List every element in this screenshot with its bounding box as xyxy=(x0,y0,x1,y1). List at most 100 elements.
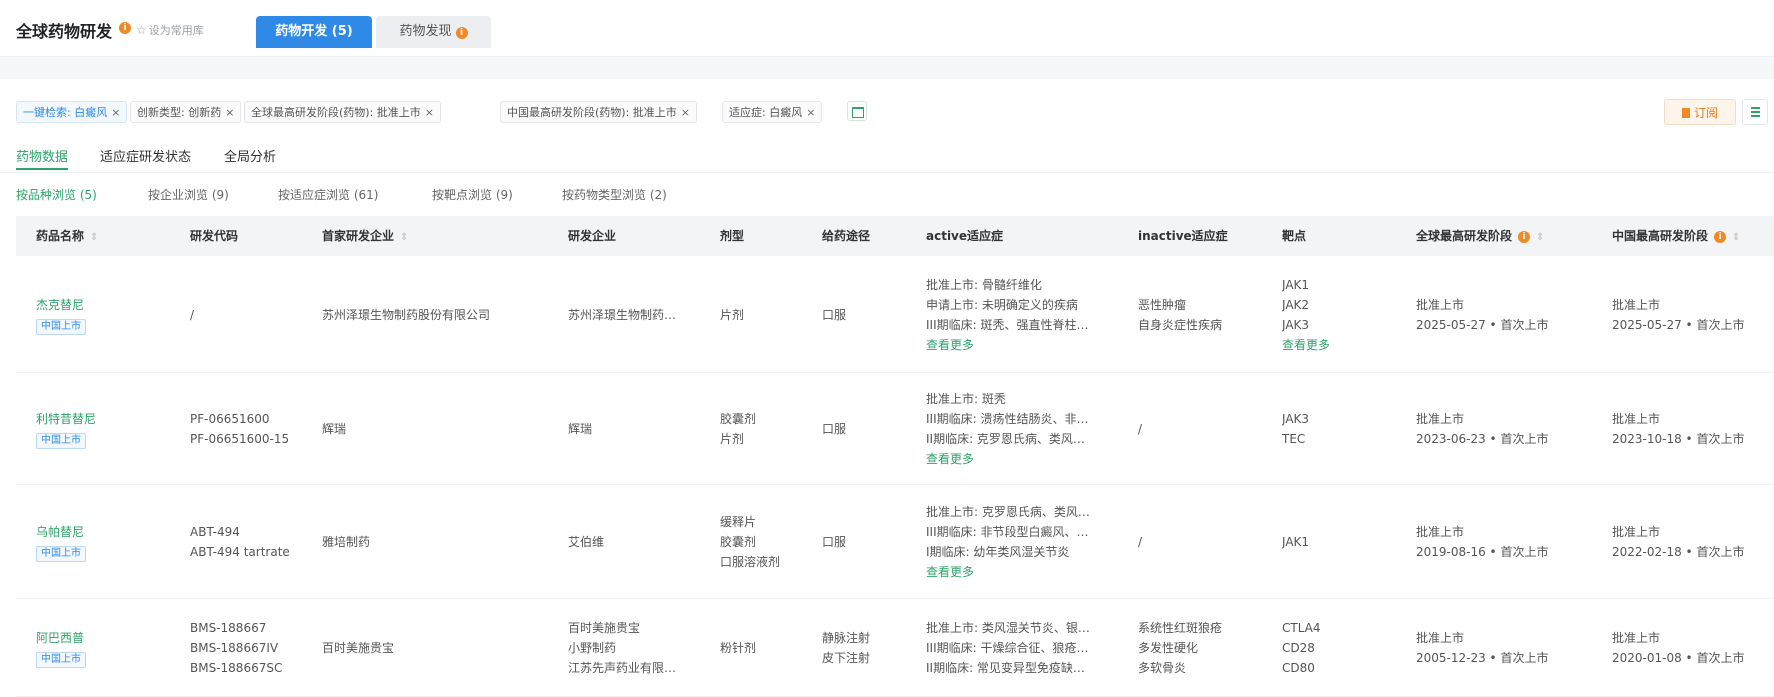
tab-indication-status[interactable]: 适应症研发状态 xyxy=(100,146,191,165)
filter-chip-label: 创新类型: 创新药 xyxy=(137,106,222,119)
cell-line: 恶性肿瘤 xyxy=(1138,298,1187,312)
filter-chip[interactable]: 一键检索: 白癜风 × xyxy=(16,101,128,123)
cell-line: 申请上市: 未明确定义的疾病 xyxy=(926,298,1078,312)
column-header-first-company[interactable]: 首家研发企业 ⇕ xyxy=(322,216,408,256)
info-icon[interactable]: i xyxy=(455,27,468,39)
cell-line: 多软骨炎 xyxy=(1138,661,1187,675)
browse-by-indication[interactable]: 按适应症浏览 (61) xyxy=(278,186,378,203)
view-more-link[interactable]: 查看更多 xyxy=(926,562,1132,582)
view-more-link[interactable]: 查看更多 xyxy=(1282,335,1408,355)
calendar-icon[interactable] xyxy=(847,101,867,121)
cell-line: 静脉注射 xyxy=(822,631,871,645)
column-label: 全球最高研发阶段 xyxy=(1416,229,1513,243)
cell-line: 江苏先声药业有限… xyxy=(568,661,677,675)
route-cell: 静脉注射 皮下注射 xyxy=(822,628,918,668)
cell-line: / xyxy=(190,308,195,322)
tab-drug-discovery[interactable]: 药物发现 i xyxy=(376,16,491,48)
inactive-indication-cell: 系统性红斑狼疮 多发性硬化多软骨炎 xyxy=(1138,618,1276,678)
active-indication-cell: 批准上市: 斑秃 III期临床: 溃疡性结肠炎、非… II期临床: 克罗恩氏病、类风… xyxy=(926,389,1132,469)
list-icon xyxy=(1751,107,1760,109)
sort-icon[interactable]: ⇕ xyxy=(1536,232,1544,243)
dosage-form-cell: 胶囊剂 片剂 xyxy=(720,409,816,449)
browse-by-drug-type[interactable]: 按药物类型浏览 (2) xyxy=(562,186,667,203)
cell-line: 百时美施贵宝 xyxy=(568,621,641,635)
table-row: 杰克替尼 中国上市 / 苏州泽璟生物制药股份有限公司 苏州泽璟生物制药… 片剂 口服 批准上市… xyxy=(16,258,1774,373)
close-icon[interactable]: × xyxy=(681,106,690,119)
column-header-global-stage[interactable]: 全球最高研发阶段 i ⇕ xyxy=(1416,216,1544,256)
list-view-button[interactable] xyxy=(1742,99,1768,125)
cell-line: 苏州泽璟生物制药… xyxy=(568,308,677,322)
cell-line: II期临床: 常见变异型免疫缺… xyxy=(926,661,1085,675)
filter-chip-label: 一键检索: 白癜风 xyxy=(23,106,108,119)
cell-line: I期临床: 幼年类风湿关节炎 xyxy=(926,545,1070,559)
info-icon[interactable]: i xyxy=(1714,231,1727,243)
column-header-dev-code: 研发代码 xyxy=(190,216,238,256)
active-indication-cell: 批准上市: 克罗恩氏病、类风… III期临床: 非节段型白癜风、… I期临床: 幼年… xyxy=(926,502,1132,582)
active-indication-cell: 批准上市: 骨髓纤维化申请上市: 未明确定义的疾病 III期临床: 斑秃、强直性脊… xyxy=(926,275,1132,355)
info-icon[interactable]: i xyxy=(1518,231,1531,243)
close-icon[interactable]: × xyxy=(225,106,234,119)
china-stage-cell: 批准上市 2023-10-18 • 首次上市 xyxy=(1612,409,1774,449)
column-header-china-stage[interactable]: 中国最高研发阶段 i ⇕ xyxy=(1612,216,1740,256)
cell-line: 自身炎症性疾病 xyxy=(1138,318,1223,332)
column-header-drug-name[interactable]: 药品名称 ⇕ xyxy=(36,216,98,256)
view-more-link[interactable]: 查看更多 xyxy=(926,449,1132,469)
column-header-target: 靶点 xyxy=(1282,216,1306,256)
cell-line: 批准上市 xyxy=(1416,631,1465,645)
inactive-indication-cell: / xyxy=(1138,532,1276,552)
cell-line: 2025-05-27 • 首次上市 xyxy=(1612,318,1745,332)
dosage-form-cell: 缓释片 胶囊剂 口服溶液剂 xyxy=(720,512,816,572)
cell-line: 系统性红斑狼疮 xyxy=(1138,621,1223,635)
sort-icon[interactable]: ⇕ xyxy=(90,232,98,243)
tab-global-analysis[interactable]: 全局分析 xyxy=(224,146,276,165)
cell-line: 批准上市: 克罗恩氏病、类风… xyxy=(926,505,1090,519)
filter-chip[interactable]: 适应症: 白癜风 × xyxy=(722,101,823,123)
cell-line: / xyxy=(1138,422,1143,436)
cell-line: 辉瑞 xyxy=(322,422,347,436)
drug-name-cell: 杰克替尼 中国上市 xyxy=(36,295,176,335)
cell-line: PF-06651600-15 xyxy=(190,432,290,446)
drug-name-link[interactable]: 阿巴西普 xyxy=(36,628,176,648)
column-label: 给药途径 xyxy=(822,229,871,243)
dev-code-cell: BMS-188667 BMS-188667IV BMS-188667SC xyxy=(190,618,314,678)
column-label: 研发企业 xyxy=(568,229,617,243)
sort-icon[interactable]: ⇕ xyxy=(1732,232,1740,243)
cell-line: 批准上市: 骨髓纤维化 xyxy=(926,278,1042,292)
close-icon[interactable]: × xyxy=(425,106,434,119)
company-cell: 苏州泽璟生物制药… xyxy=(568,305,714,325)
cell-line: 2019-08-16 • 首次上市 xyxy=(1416,545,1549,559)
drug-name-link[interactable]: 利特昔替尼 xyxy=(36,409,176,429)
close-icon[interactable]: × xyxy=(111,106,120,119)
cell-line: JAK3 xyxy=(1282,412,1310,426)
close-icon[interactable]: × xyxy=(806,106,815,119)
view-more-link[interactable]: 查看更多 xyxy=(926,335,1132,355)
subscribe-button[interactable]: 订阅 xyxy=(1664,99,1736,125)
company-cell: 辉瑞 xyxy=(568,419,714,439)
cell-line: BMS-188667IV xyxy=(190,641,279,655)
drug-name-link[interactable]: 杰克替尼 xyxy=(36,295,176,315)
cell-line: 口服溶液剂 xyxy=(720,555,781,569)
set-favorite-link[interactable]: ☆ 设为常用库 xyxy=(136,22,204,38)
browse-by-target[interactable]: 按靶点浏览 (9) xyxy=(432,186,513,203)
tab-drug-development[interactable]: 药物开发 (5) xyxy=(256,16,372,48)
filter-chip[interactable]: 创新类型: 创新药 × xyxy=(130,101,242,123)
column-label: 研发代码 xyxy=(190,229,239,243)
drug-name-link[interactable]: 乌帕替尼 xyxy=(36,522,176,542)
cell-line: III期临床: 斑秃、强直性脊柱… xyxy=(926,318,1089,332)
column-label: 首家研发企业 xyxy=(322,229,395,243)
target-cell: CTLA4 CD28 CD80 xyxy=(1282,618,1408,678)
cell-line: 多发性硬化 xyxy=(1138,641,1199,655)
status-badge: 中国上市 xyxy=(36,319,86,335)
tab-drug-data[interactable]: 药物数据 xyxy=(16,146,69,170)
cell-line: JAK3 xyxy=(1282,318,1310,332)
sort-icon[interactable]: ⇕ xyxy=(400,232,408,243)
filter-chip[interactable]: 全球最高研发阶段(药物): 批准上市 × xyxy=(244,101,442,123)
info-icon[interactable]: i xyxy=(119,22,131,34)
cell-line: 小野制药 xyxy=(568,641,617,655)
filter-chip-label: 中国最高研发阶段(药物): 批准上市 xyxy=(507,106,677,119)
browse-by-company[interactable]: 按企业浏览 (9) xyxy=(148,186,229,203)
cell-line: 缓释片 xyxy=(720,515,757,529)
browse-by-variety[interactable]: 按品种浏览 (5) xyxy=(16,186,97,203)
filter-chip[interactable]: 中国最高研发阶段(药物): 批准上市 × xyxy=(500,101,698,123)
global-stage-cell: 批准上市 2025-05-27 • 首次上市 xyxy=(1416,295,1606,335)
